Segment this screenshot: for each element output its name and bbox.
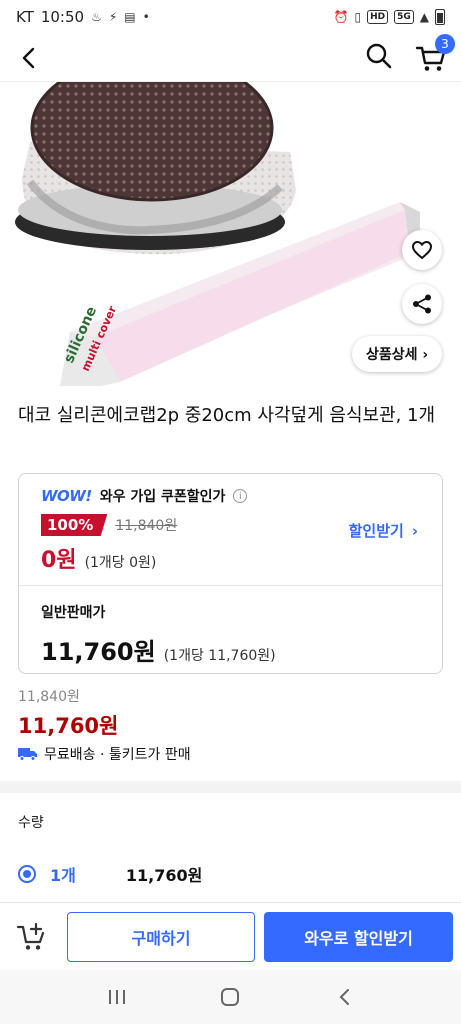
- chevron-right-icon: ›: [411, 521, 418, 540]
- quantity-radio[interactable]: [18, 865, 36, 883]
- battery-icon: [435, 9, 445, 25]
- quantity-option[interactable]: 1개 11,760원: [18, 862, 202, 886]
- cart-button[interactable]: 3: [415, 33, 455, 74]
- coupon-card: WOW! 와우 가입 쿠폰할인가 i 100% 11,840원 0원 (1개당 …: [18, 473, 443, 674]
- info-icon[interactable]: i: [233, 489, 248, 503]
- search-icon: [366, 43, 392, 68]
- weather-icon: ♨: [91, 10, 102, 24]
- regular-unit-price: (1개당 11,760원): [163, 648, 276, 664]
- wow-coupon-section: WOW! 와우 가입 쿠폰할인가 i 100% 11,840원 0원 (1개당 …: [19, 474, 442, 586]
- shipping-text: 무료배송 · 툴키트가 판매: [44, 747, 191, 763]
- sale-price: 11,760원: [18, 714, 119, 738]
- strike-price: 11,840원: [115, 518, 178, 534]
- heart-icon: [412, 241, 432, 259]
- back-icon: [22, 47, 35, 68]
- signal-icon: ▲: [419, 10, 429, 24]
- share-icon: [413, 294, 431, 314]
- section-divider: [0, 781, 461, 793]
- quantity-label: 수량: [18, 815, 44, 831]
- get-discount-label: 할인받기: [348, 522, 404, 540]
- bottom-action-bar: 구매하기 와우로 할인받기: [0, 902, 461, 970]
- carrier-label: KT: [16, 8, 34, 26]
- quantity-option-price: 11,760원: [125, 866, 203, 885]
- recents-icon: [108, 990, 125, 1004]
- flash-icon: ⚡: [108, 10, 118, 24]
- truck-icon: [18, 748, 37, 761]
- coupon-title: 와우 가입 쿠폰할인가: [99, 489, 226, 505]
- coupon-unit-price: (1개당 0원): [84, 555, 157, 571]
- coupon-price: 0원: [41, 548, 77, 573]
- original-price: 11,840원: [18, 689, 80, 705]
- nav-back-button[interactable]: [329, 982, 359, 1012]
- buy-button[interactable]: 구매하기: [67, 912, 255, 962]
- quantity-option-label: 1개: [50, 866, 76, 885]
- hd-badge: HD: [367, 10, 389, 24]
- status-bar: KT 10:50 ♨ ⚡ ▤ • ⏰ ▯ HD 5G ▲: [0, 0, 461, 34]
- regular-price-section: 일반판매가 11,760원 (1개당 11,760원): [41, 602, 276, 667]
- recents-button[interactable]: [102, 982, 132, 1012]
- app-header: 3: [0, 33, 461, 82]
- product-image[interactable]: silicone multi cover 상품상세 ›: [0, 82, 461, 386]
- home-button[interactable]: [215, 982, 245, 1012]
- product-detail-button[interactable]: 상품상세 ›: [352, 336, 443, 372]
- product-title: 대코 실리콘에코랩2p 중20cm 사각덮게 음식보관, 1개: [18, 405, 436, 426]
- home-icon: [221, 988, 240, 1006]
- cart-count-badge: 3: [435, 33, 455, 54]
- nav-back-icon: [339, 989, 350, 1005]
- network-badge: 5G: [394, 10, 414, 24]
- dot-icon: •: [142, 10, 150, 24]
- share-button[interactable]: [402, 284, 442, 324]
- discount-badge: 100%: [41, 514, 108, 536]
- cart-add-icon: [16, 922, 45, 950]
- system-nav-bar: [0, 970, 461, 1024]
- shipping-info: 무료배송 · 툴키트가 판매: [18, 744, 191, 764]
- wow-logo: WOW!: [41, 487, 92, 505]
- wishlist-button[interactable]: [402, 230, 442, 270]
- regular-price-label: 일반판매가: [41, 605, 106, 621]
- vibrate-icon: ▯: [354, 10, 362, 24]
- search-button[interactable]: [365, 42, 393, 74]
- regular-price: 11,760원: [41, 638, 156, 666]
- back-button[interactable]: [14, 44, 42, 72]
- wow-discount-button[interactable]: 와우로 할인받기: [264, 912, 453, 962]
- news-icon: ▤: [124, 10, 136, 24]
- alarm-icon: ⏰: [333, 10, 349, 24]
- add-to-cart-button[interactable]: [16, 921, 48, 953]
- clock: 10:50: [40, 8, 85, 26]
- get-discount-link[interactable]: 할인받기 ›: [349, 520, 418, 541]
